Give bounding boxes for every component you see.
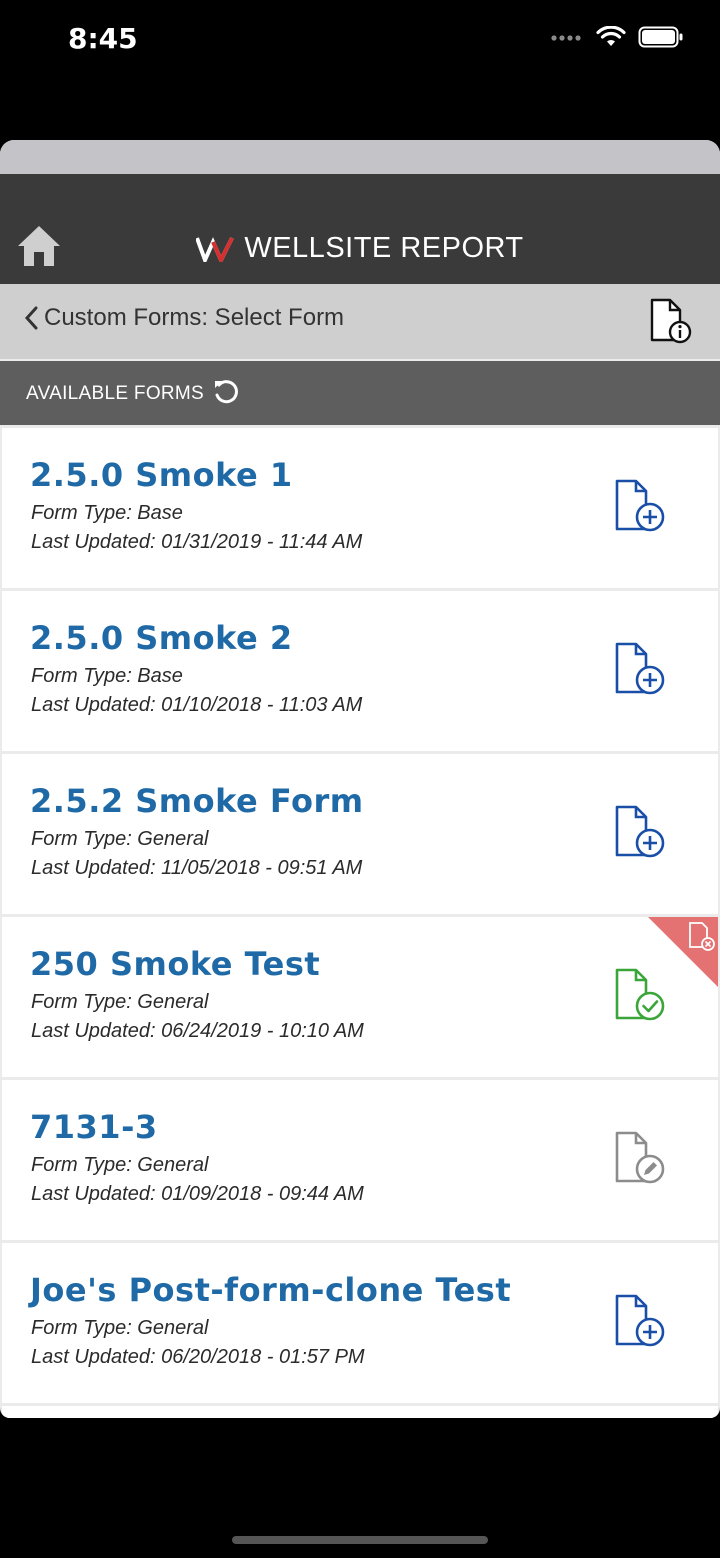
nav-bar: Custom Forms: Select Form: [0, 284, 720, 359]
form-last-updated: Last Updated: 01/31/2019 - 11:44 AM: [31, 531, 363, 553]
open-draft-button[interactable]: [612, 966, 672, 1031]
form-type: Form Type: General: [31, 1317, 209, 1339]
file-add-icon: [615, 1294, 665, 1347]
file-edit-icon: [615, 1131, 665, 1184]
form-row[interactable]: Joe's Post-form-clone Test Form Type: Ge…: [2, 1243, 718, 1403]
form-row[interactable]: 2.5.0 Smoke 2 Form Type: Base Last Updat…: [2, 591, 718, 751]
status-time: 8:45: [68, 22, 138, 55]
wellsite-logo-icon: [196, 236, 235, 262]
form-row[interactable]: 2.5.0 Smoke 1 Form Type: Base Last Updat…: [2, 428, 718, 588]
form-title: 7131-3: [30, 1108, 158, 1146]
cellular-signal-icon: [551, 35, 581, 41]
form-last-updated: Last Updated: 06/20/2018 - 01:57 PM: [31, 1346, 365, 1368]
refresh-button[interactable]: [212, 378, 240, 411]
form-last-updated: Last Updated: 11/05/2018 - 09:51 AM: [31, 857, 363, 879]
form-row[interactable]: 250 Smoke Test Form Type: General Last U…: [2, 917, 718, 1077]
form-last-updated: Last Updated: 01/10/2018 - 11:03 AM: [31, 694, 363, 716]
file-check-icon: [615, 968, 665, 1021]
sheet-header-strip: [0, 140, 720, 174]
refresh-icon: [215, 380, 238, 404]
file-add-icon: [615, 805, 665, 858]
form-row[interactable]: 7131-3 Form Type: General Last Updated: …: [2, 1080, 718, 1240]
form-title: 2.5.0 Smoke 1: [30, 456, 293, 494]
form-last-updated: Last Updated: 06/24/2019 - 10:10 AM: [31, 1020, 364, 1042]
new-form-button[interactable]: [612, 803, 672, 868]
form-title: 250 Smoke Test: [30, 945, 321, 983]
form-title: Joe's Post-form-clone Test: [30, 1271, 512, 1309]
forms-list: 2.5.0 Smoke 1 Form Type: Base Last Updat…: [0, 428, 720, 1418]
form-title: 2.5.2 Smoke Form: [30, 782, 364, 820]
status-bar: 8:45: [0, 0, 720, 80]
section-label: AVAILABLE FORMS: [26, 383, 205, 404]
modal-sheet: WELLSITE REPORT Custom Forms: Select For…: [0, 140, 720, 1418]
form-type: Form Type: General: [31, 828, 209, 850]
battery-icon: [638, 26, 683, 48]
form-row-partial[interactable]: [2, 1406, 718, 1418]
app-header: WELLSITE REPORT: [0, 174, 720, 284]
new-form-button[interactable]: [612, 477, 672, 542]
form-info-button[interactable]: [648, 298, 694, 349]
form-type: Form Type: Base: [31, 502, 183, 524]
chevron-left-icon: [24, 306, 38, 330]
available-forms-header: AVAILABLE FORMS: [0, 361, 720, 425]
form-title: 2.5.0 Smoke 2: [30, 619, 293, 657]
form-type: Form Type: General: [31, 991, 209, 1013]
document-info-icon: [650, 298, 692, 344]
app-logo: WELLSITE REPORT: [0, 232, 720, 265]
nav-title: Custom Forms: Select Form: [44, 304, 345, 331]
back-button[interactable]: Custom Forms: Select Form: [24, 304, 344, 332]
status-icons: [550, 26, 684, 48]
form-last-updated: Last Updated: 01/09/2018 - 09:44 AM: [31, 1183, 364, 1205]
wifi-icon: [596, 26, 626, 46]
file-add-icon: [615, 479, 665, 532]
edit-form-button[interactable]: [612, 1129, 672, 1194]
app-title: WELLSITE REPORT: [244, 232, 524, 264]
new-form-button[interactable]: [612, 640, 672, 705]
new-form-button[interactable]: [612, 1292, 672, 1357]
form-type: Form Type: General: [31, 1154, 209, 1176]
form-row[interactable]: 2.5.2 Smoke Form Form Type: General Last…: [2, 754, 718, 914]
file-add-icon: [615, 642, 665, 695]
home-indicator: [232, 1536, 488, 1544]
form-type: Form Type: Base: [31, 665, 183, 687]
